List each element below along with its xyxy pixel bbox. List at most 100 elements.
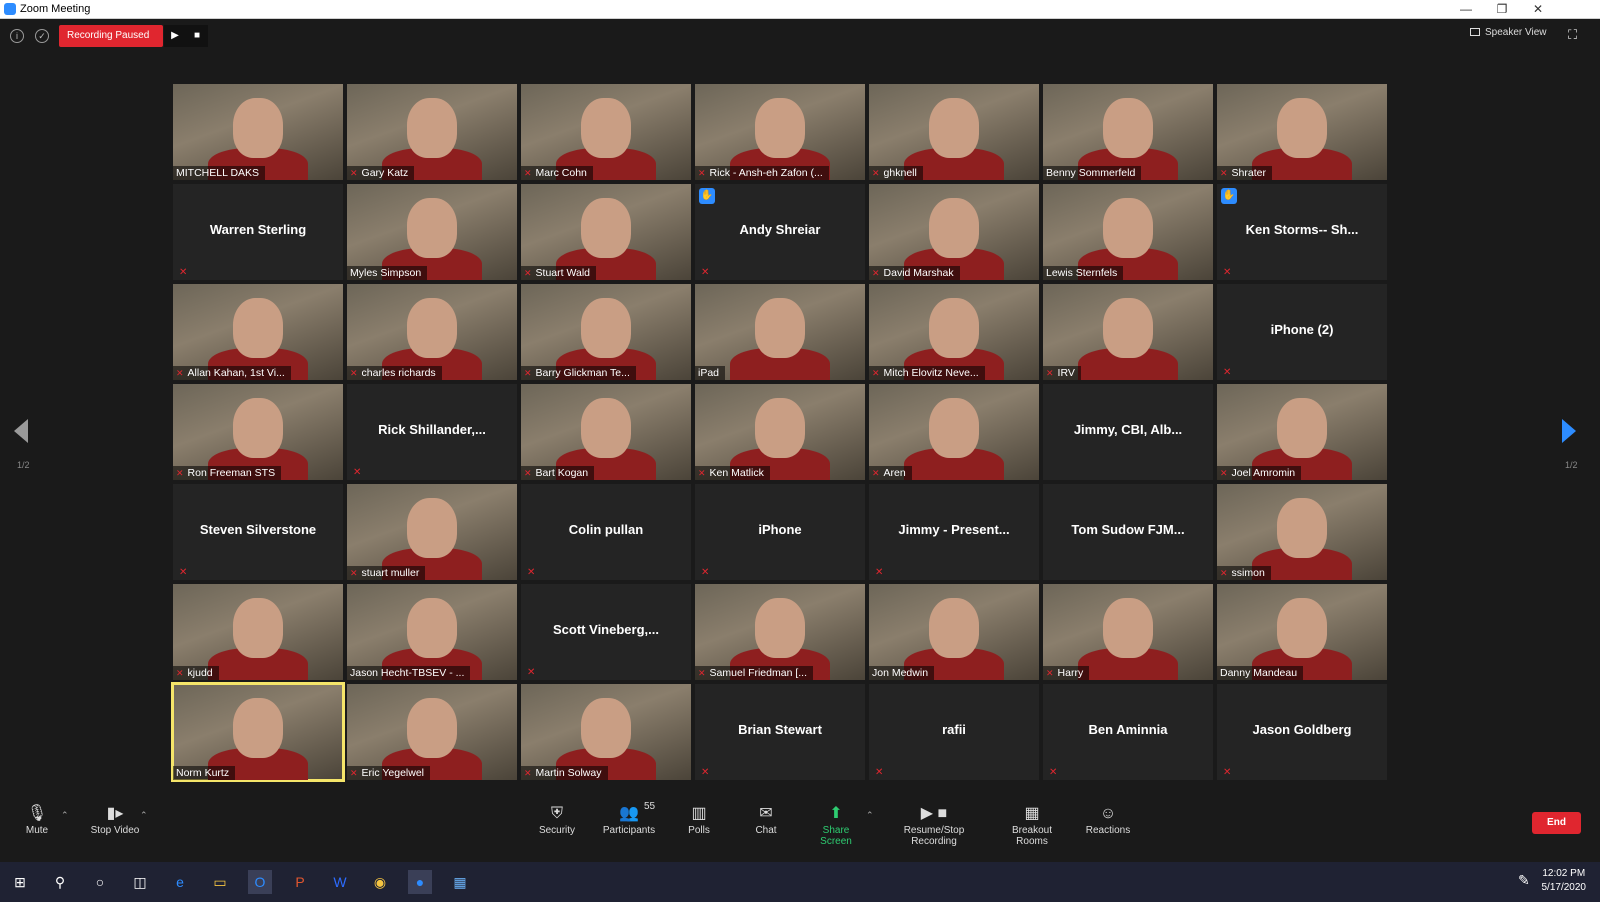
- participant-tile[interactable]: ✕ Allan Kahan, 1st Vi...: [173, 284, 343, 380]
- muted-mic-icon: ✕: [1049, 767, 1058, 778]
- participant-tile[interactable]: Jimmy, CBI, Alb...: [1043, 384, 1213, 480]
- participant-tile[interactable]: ✕ Shrater: [1217, 84, 1387, 180]
- next-page-arrow-icon[interactable]: [1562, 419, 1576, 443]
- pen-icon[interactable]: ✎: [1518, 872, 1530, 889]
- participant-tile[interactable]: ✕ IRV: [1043, 284, 1213, 380]
- file-explorer-icon[interactable]: ▭: [208, 870, 232, 894]
- chrome-icon[interactable]: ◉: [368, 870, 392, 894]
- participant-tile[interactable]: iPhone ✕: [695, 484, 865, 580]
- participant-tile[interactable]: Jimmy - Present... ✕: [869, 484, 1039, 580]
- participant-tile[interactable]: ✕ Rick - Ansh-eh Zafon (...: [695, 84, 865, 180]
- participant-tile[interactable]: Benny Sommerfeld: [1043, 84, 1213, 180]
- share-options-caret-icon[interactable]: ⌃: [866, 810, 874, 821]
- photos-icon[interactable]: ▦: [448, 870, 472, 894]
- muted-mic-icon: ✕: [524, 168, 532, 178]
- participant-tile[interactable]: Danny Mandeau: [1217, 584, 1387, 680]
- security-button[interactable]: ⛨ Security: [535, 803, 579, 849]
- restore-button[interactable]: ❐: [1484, 1, 1520, 18]
- participant-tile[interactable]: ✕ Stuart Wald: [521, 184, 691, 280]
- mute-button[interactable]: 🎙 Mute: [18, 803, 56, 849]
- participant-name: Martin Solway: [535, 767, 602, 779]
- muted-mic-icon: ✕: [872, 468, 880, 478]
- task-view-icon[interactable]: ◫: [128, 870, 152, 894]
- participant-tile[interactable]: Steven Silverstone ✕: [173, 484, 343, 580]
- participant-tile[interactable]: Norm Kurtz: [171, 682, 345, 782]
- participant-tile[interactable]: ✕ David Marshak: [869, 184, 1039, 280]
- participants-button[interactable]: 👥 55 Participants: [600, 801, 658, 849]
- participant-tile[interactable]: rafii ✕: [869, 684, 1039, 780]
- resume-stop-recording-button[interactable]: ▶ ■ Resume/Stop Recording: [880, 803, 988, 849]
- raised-hand-icon: ✋: [699, 188, 715, 204]
- speaker-view-button[interactable]: Speaker View: [1470, 27, 1547, 38]
- fullscreen-icon[interactable]: ⛶: [1568, 27, 1577, 43]
- participant-name: Jon Medwin: [872, 667, 929, 679]
- participant-tile[interactable]: ✕ Marc Cohn: [521, 84, 691, 180]
- previous-page-arrow-icon[interactable]: [14, 419, 28, 443]
- participant-tile[interactable]: ✕ stuart muller: [347, 484, 517, 580]
- share-screen-button[interactable]: ⬆ Share Screen: [806, 803, 866, 849]
- participant-name: stuart muller: [361, 567, 420, 579]
- audio-options-caret-icon[interactable]: ⌃: [61, 810, 69, 821]
- participant-tile[interactable]: Colin pullan ✕: [521, 484, 691, 580]
- participant-tile[interactable]: MITCHELL DAKS: [173, 84, 343, 180]
- minimize-button[interactable]: —: [1448, 1, 1484, 18]
- close-button[interactable]: ✕: [1520, 1, 1556, 18]
- participant-tile[interactable]: Myles Simpson: [347, 184, 517, 280]
- participant-tile[interactable]: ✕ Aren: [869, 384, 1039, 480]
- participant-tile[interactable]: ✕ Barry Glickman Te...: [521, 284, 691, 380]
- participant-tile[interactable]: ✕ kjudd: [173, 584, 343, 680]
- participant-tile[interactable]: ✕ Bart Kogan: [521, 384, 691, 480]
- participant-tile[interactable]: Jason Hecht-TBSEV - ...: [347, 584, 517, 680]
- participant-tile[interactable]: Scott Vineberg,... ✕: [521, 584, 691, 680]
- search-icon[interactable]: ⚲: [48, 870, 72, 894]
- participant-tile[interactable]: Brian Stewart ✕: [695, 684, 865, 780]
- participant-tile[interactable]: ✕ Joel Amromin: [1217, 384, 1387, 480]
- participant-tile[interactable]: Jon Medwin: [869, 584, 1039, 680]
- participant-tile[interactable]: ✕ Samuel Friedman [...: [695, 584, 865, 680]
- polls-button[interactable]: ▥ Polls: [685, 803, 713, 849]
- windows-start-icon[interactable]: ⊞: [8, 870, 32, 894]
- participant-tile[interactable]: Tom Sudow FJM...: [1043, 484, 1213, 580]
- cortana-icon[interactable]: ○: [88, 870, 112, 894]
- reactions-button[interactable]: ☺ Reactions: [1085, 803, 1131, 849]
- participant-tile[interactable]: ✕ ghknell: [869, 84, 1039, 180]
- participant-name: Aren: [883, 467, 906, 479]
- participant-tile[interactable]: ✕ charles richards: [347, 284, 517, 380]
- participant-tile[interactable]: ✕ Martin Solway: [521, 684, 691, 780]
- video-options-caret-icon[interactable]: ⌃: [140, 810, 148, 821]
- chat-button[interactable]: ✉ Chat: [752, 803, 780, 849]
- participant-name: Scott Vineberg,...: [553, 622, 659, 637]
- stop-recording-button[interactable]: ■: [186, 25, 208, 47]
- participant-tile[interactable]: iPhone (2) ✕: [1217, 284, 1387, 380]
- word-icon[interactable]: W: [328, 870, 352, 894]
- shield-check-icon[interactable]: ✓: [35, 29, 49, 43]
- participant-tile[interactable]: Lewis Sternfels: [1043, 184, 1213, 280]
- participant-tile[interactable]: iPad: [695, 284, 865, 380]
- participant-tile[interactable]: ✋ Andy Shreiar ✕: [695, 184, 865, 280]
- stop-video-button[interactable]: ▮▸ Stop Video: [84, 803, 146, 849]
- participant-tile[interactable]: ✕ Gary Katz: [347, 84, 517, 180]
- breakout-rooms-button[interactable]: ▦ Breakout Rooms: [995, 803, 1069, 849]
- participant-tile[interactable]: Jason Goldberg ✕: [1217, 684, 1387, 780]
- resume-recording-button[interactable]: ▶: [164, 25, 186, 47]
- participant-tile[interactable]: ✕ Eric Yegelwel: [347, 684, 517, 780]
- participant-tile[interactable]: ✕ ssimon: [1217, 484, 1387, 580]
- system-clock[interactable]: 12:02 PM 5/17/2020: [1542, 867, 1587, 895]
- participant-tile[interactable]: ✕ Ron Freeman STS: [173, 384, 343, 480]
- outlook-icon[interactable]: O: [248, 870, 272, 894]
- end-meeting-button[interactable]: End: [1532, 812, 1581, 834]
- muted-mic-icon: ✕: [1223, 767, 1232, 778]
- info-icon[interactable]: i: [10, 29, 24, 43]
- participant-tile[interactable]: Rick Shillander,... ✕: [347, 384, 517, 480]
- participant-tile[interactable]: ✕ Harry: [1043, 584, 1213, 680]
- participant-tile[interactable]: ✕ Ken Matlick: [695, 384, 865, 480]
- zoom-taskbar-icon[interactable]: ●: [408, 870, 432, 894]
- participant-name-label: ✕ Bart Kogan: [521, 466, 595, 480]
- participant-video-face: [581, 98, 631, 158]
- powerpoint-icon[interactable]: P: [288, 870, 312, 894]
- participant-tile[interactable]: Warren Sterling ✕: [173, 184, 343, 280]
- participant-tile[interactable]: Ben Aminnia ✕: [1043, 684, 1213, 780]
- participant-tile[interactable]: ✋ Ken Storms-- Sh... ✕: [1217, 184, 1387, 280]
- participant-tile[interactable]: ✕ Mitch Elovitz Neve...: [869, 284, 1039, 380]
- edge-browser-icon[interactable]: e: [168, 870, 192, 894]
